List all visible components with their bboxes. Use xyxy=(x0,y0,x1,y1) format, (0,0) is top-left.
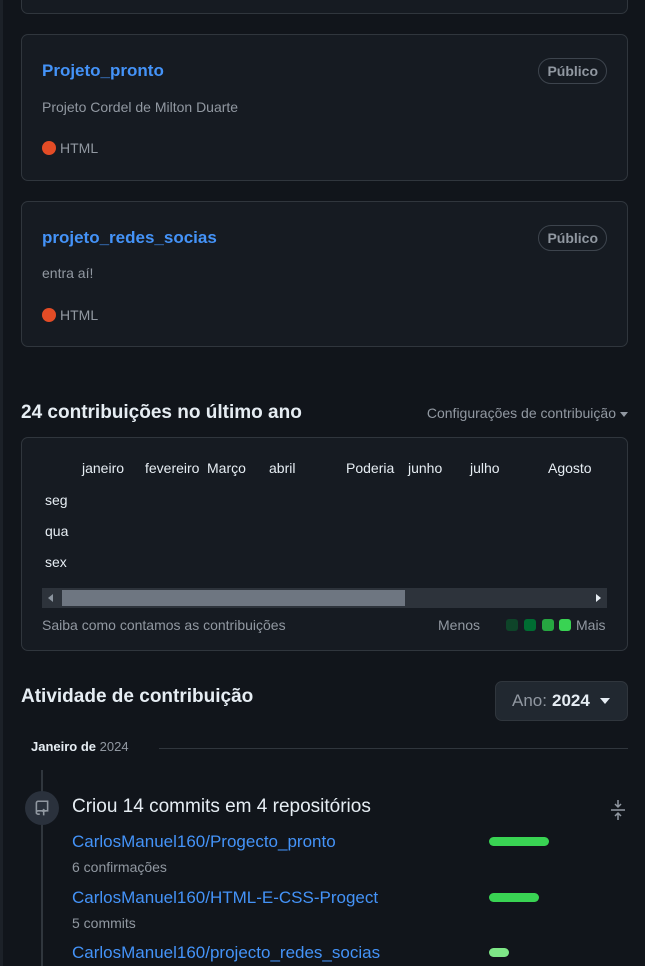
month-heading-label: Janeiro de xyxy=(31,739,97,754)
caret-down-icon xyxy=(620,411,628,417)
language-color-dot xyxy=(42,141,56,155)
contribution-settings-dropdown[interactable]: Configurações de contribuição xyxy=(427,405,628,421)
activity-repo-link[interactable]: CarlosManuel160/Progecto_pronto xyxy=(72,832,336,852)
month-label: Poderia xyxy=(346,460,395,476)
repo-description: Projeto Cordel de Milton Duarte xyxy=(42,99,239,115)
activity-heading: Atividade de contribuição xyxy=(21,686,254,707)
repo-name-link[interactable]: Projeto_pronto xyxy=(42,61,164,81)
day-label: seg xyxy=(45,492,68,508)
day-label: qua xyxy=(45,523,69,539)
repo-name-link[interactable]: projeto_redes_socias xyxy=(42,228,217,248)
visibility-badge: Público xyxy=(538,58,607,84)
day-label: sex xyxy=(45,554,67,570)
learn-contributions-link[interactable]: Saiba como contamos as contribuições xyxy=(42,617,286,633)
legend-swatch xyxy=(506,619,518,631)
language-label: HTML xyxy=(60,307,99,323)
repo-push-icon xyxy=(25,791,59,825)
year-select-button[interactable]: Ano: 2024 xyxy=(495,681,628,721)
repo-card: projeto_redes_socias Público entra aí! H… xyxy=(21,201,628,347)
activity-commit-count: 5 commits xyxy=(72,915,136,931)
visibility-badge: Público xyxy=(538,225,607,251)
legend-more-label: Mais xyxy=(576,617,606,633)
repo-description: entra aí! xyxy=(42,265,94,281)
collapse-icon[interactable] xyxy=(609,799,627,821)
year-value: 2024 xyxy=(551,691,590,710)
repo-language: HTML xyxy=(42,140,98,156)
left-edge xyxy=(0,0,3,966)
month-heading: Janeiro de 2024 xyxy=(31,739,129,754)
legend-swatch xyxy=(559,619,571,631)
activity-repo-link[interactable]: CarlosManuel160/HTML-E-CSS-Progect xyxy=(72,888,378,908)
contribution-settings-label: Configurações de contribuição xyxy=(426,405,616,421)
repo-card: Projeto_pronto Público Projeto Cordel de… xyxy=(21,34,628,181)
legend-swatch xyxy=(524,619,536,631)
contributions-heading: 24 contribuições no último ano xyxy=(21,402,302,423)
activity-repo-link[interactable]: CarlosManuel160/projecto_redes_socias xyxy=(72,943,380,963)
month-label: fevereiro xyxy=(145,460,200,476)
contribution-graph: janeiro fevereiro Março abril Poderia ju… xyxy=(21,437,628,651)
legend-swatch xyxy=(542,619,554,631)
scroll-thumb[interactable] xyxy=(62,590,405,606)
month-divider xyxy=(159,748,628,749)
month-heading-year: 2024 xyxy=(99,739,129,754)
scroll-left-icon[interactable] xyxy=(48,594,53,602)
month-label: junho xyxy=(408,460,443,476)
language-color-dot xyxy=(42,308,56,322)
repo-language: HTML xyxy=(42,307,98,323)
month-label: Agosto xyxy=(548,460,592,476)
commit-share-bar xyxy=(489,893,539,902)
month-label: julho xyxy=(470,460,500,476)
language-label: HTML xyxy=(60,140,99,156)
month-label: janeiro xyxy=(82,460,125,476)
commit-share-bar xyxy=(489,837,549,846)
activity-commit-count: 6 confirmações xyxy=(72,859,167,875)
scroll-right-icon[interactable] xyxy=(596,594,601,602)
month-label: Março xyxy=(207,460,246,476)
commit-summary: Criou 14 commits em 4 repositórios xyxy=(72,796,371,817)
month-label: abril xyxy=(269,460,296,476)
repo-card-previous xyxy=(21,0,628,14)
caret-down-icon xyxy=(599,698,610,704)
year-label: Ano: xyxy=(512,691,547,710)
horizontal-scrollbar[interactable] xyxy=(42,588,607,608)
legend-less-label: Menos xyxy=(438,617,481,633)
commit-share-bar xyxy=(489,948,509,957)
